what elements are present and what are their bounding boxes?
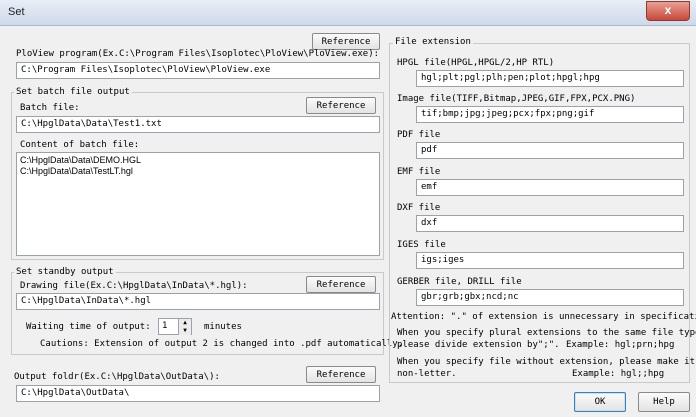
plural-note-example: Example: hgl;prn;hpg [566, 340, 675, 350]
ploview-label: PloView program(Ex.C:\Program Files\Isop… [16, 49, 380, 59]
title-bar: Set x [0, 0, 696, 26]
help-button[interactable]: Help [638, 392, 690, 412]
gerber-ext-label: GERBER file, DRILL file [397, 277, 522, 287]
close-button[interactable]: x [646, 1, 690, 21]
hpgl-ext-field[interactable]: hgl;plt;pgl;plh;pen;plot;hpgl;hpg [416, 70, 684, 87]
standby-caution-text: Cautions: Extension of output 2 is chang… [40, 339, 404, 349]
noext-note-line1: When you specify file without extension,… [397, 357, 696, 367]
batch-content-label: Content of batch file: [20, 140, 140, 150]
noext-note-example: Example: hgl;;hpg [572, 369, 665, 379]
standby-group-title: Set standby output [14, 267, 116, 278]
emf-ext-field[interactable]: emf [416, 179, 684, 196]
drawing-file-field[interactable]: C:\HpglData\InData\*.hgl [16, 293, 380, 310]
output-reference-button[interactable]: Reference [306, 366, 376, 383]
waiting-time-value[interactable]: 1 [162, 321, 167, 331]
spin-down-icon[interactable]: ▼ [178, 327, 191, 335]
list-item[interactable]: C:\HpglData\Data\DEMO.HGL [20, 155, 376, 166]
waiting-time-unit: minutes [204, 322, 242, 332]
hpgl-ext-label: HPGL file(HPGL,HPGL/2,HP RTL) [397, 58, 555, 68]
iges-ext-label: IGES file [397, 240, 446, 250]
image-ext-label: Image file(TIFF,Bitmap,JPEG,GIF,FPX,PCX.… [397, 94, 636, 104]
standby-reference-button[interactable]: Reference [306, 276, 376, 293]
waiting-time-label: Waiting time of output: [26, 322, 151, 332]
gerber-ext-field[interactable]: gbr;grb;gbx;ncd;nc [416, 289, 684, 306]
list-item[interactable]: C:\HpglData\Data\TestLT.hgl [20, 166, 376, 177]
extension-group-title: File extension [393, 37, 473, 48]
dxf-ext-field[interactable]: dxf [416, 215, 684, 232]
batch-reference-button[interactable]: Reference [306, 97, 376, 114]
ok-button[interactable]: OK [574, 392, 626, 412]
batch-content-list[interactable]: C:\HpglData\Data\DEMO.HGL C:\HpglData\Da… [16, 152, 380, 256]
plural-note-line1: When you specify plural extensions to th… [397, 328, 696, 338]
iges-ext-field[interactable]: igs;iges [416, 252, 684, 269]
spin-up-icon[interactable]: ▲ [178, 319, 191, 327]
noext-note-line2: non-letter. [397, 369, 457, 379]
batch-file-label: Batch file: [20, 103, 80, 113]
ploview-path-field[interactable]: C:\Program Files\Isoplotec\PloView\PloVi… [16, 62, 380, 79]
emf-ext-label: EMF file [397, 167, 441, 177]
attention-text: Attention: "." of extension is unnecessa… [391, 312, 696, 322]
pdf-ext-field[interactable]: pdf [416, 142, 684, 159]
waiting-time-spinner[interactable]: 1 ▲ ▼ [158, 318, 192, 335]
window-title: Set [8, 6, 25, 18]
image-ext-field[interactable]: tif;bmp;jpg;jpeg;pcx;fpx;png;gif [416, 106, 684, 123]
batch-file-field[interactable]: C:\HpglData\Data\Test1.txt [16, 116, 380, 133]
ploview-reference-button[interactable]: Reference [312, 33, 380, 50]
output-folder-field[interactable]: C:\HpglData\OutData\ [16, 385, 380, 402]
drawing-file-label: Drawing file(Ex.C:\HpglData\InData\*.hgl… [20, 281, 248, 291]
batch-group-title: Set batch file output [14, 87, 132, 98]
output-folder-label: Output foldr(Ex.C:\HpglData\OutData\): [14, 372, 220, 382]
dxf-ext-label: DXF file [397, 203, 441, 213]
plural-note-line2: please divide extension by";". [397, 340, 560, 350]
pdf-ext-label: PDF file [397, 130, 441, 140]
